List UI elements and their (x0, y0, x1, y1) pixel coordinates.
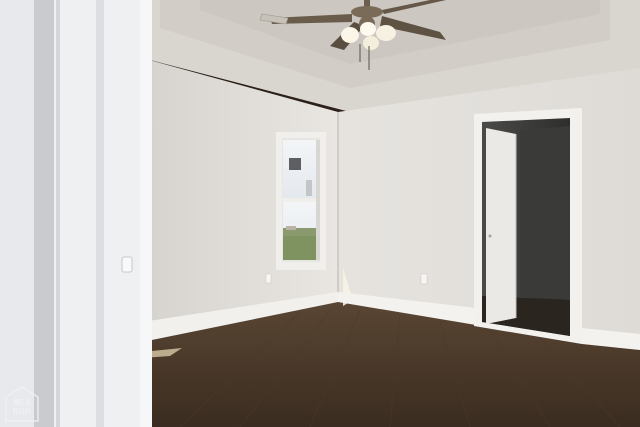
outlet-left (265, 273, 272, 284)
window (276, 132, 326, 270)
doorway (474, 108, 582, 344)
watermark-line1: NEA (13, 398, 31, 407)
outlet-back (420, 273, 428, 285)
door-latch-plate (121, 256, 133, 273)
empty-bedroom-photo: NEA BOR (0, 0, 640, 427)
brand-watermark: NEA BOR (5, 386, 39, 422)
open-door (486, 128, 516, 324)
room-illustration (0, 0, 640, 427)
watermark-line2: BOR (12, 407, 32, 416)
